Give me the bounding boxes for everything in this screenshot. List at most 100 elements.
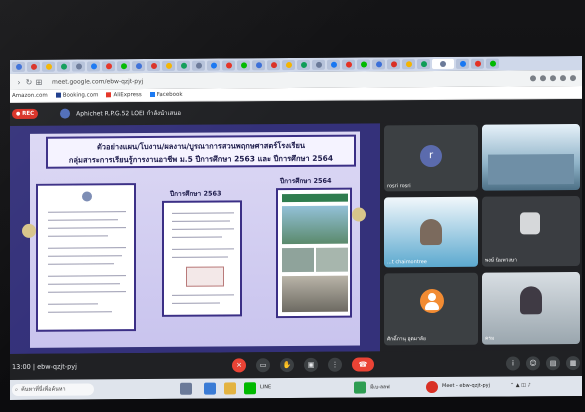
rec-badge: ● REC [12, 108, 39, 119]
browser-tab[interactable] [387, 59, 400, 70]
photo-classroom [282, 205, 348, 245]
chat-button[interactable]: ▤ [546, 356, 560, 371]
browser-tab[interactable] [357, 59, 370, 70]
share-icon[interactable] [540, 75, 546, 82]
slide-title: ตัวอย่างแผน/โบงาน/ผลงาน/บูรณาการสวนพฤกษศ… [46, 134, 356, 169]
browser-tab[interactable] [57, 61, 70, 72]
browser-tab[interactable] [282, 60, 295, 71]
browser-tab[interactable] [162, 60, 175, 71]
tab-favicon-icon [105, 63, 112, 70]
browser-tab[interactable] [132, 61, 145, 72]
tab-favicon-icon [285, 62, 292, 69]
chrome-window-label: Meet - ebw-qzjt-pyj [442, 382, 491, 389]
tab-favicon-icon [225, 62, 232, 69]
label-year-2564: ปีการศึกษา 2564 [280, 176, 332, 186]
browser-tab[interactable] [312, 59, 325, 70]
bookmark-amazon[interactable]: Amazon.com [12, 93, 48, 99]
browser-tab[interactable] [117, 61, 130, 72]
browser-tab[interactable] [297, 59, 310, 70]
participant-tile-6[interactable]: ครม [482, 272, 580, 345]
windows-taskbar: ⌕ ค้นหาที่นี่เพื่อค้นหา LINE มีเบ-ลลฟ Me… [10, 376, 582, 400]
browser-tab[interactable] [267, 60, 280, 71]
participant-tile-4[interactable]: พงษ์ นิมพวงษา [482, 196, 580, 267]
taskbar-search[interactable]: ⌕ ค้นหาที่นี่เพื่อค้นหา [12, 383, 94, 396]
browser-tab[interactable] [486, 58, 499, 69]
tab-favicon-icon [375, 61, 382, 68]
edge-icon[interactable] [204, 382, 216, 395]
browser-tab[interactable] [72, 61, 85, 72]
explorer-window-icon[interactable] [354, 381, 366, 394]
browser-tab[interactable] [252, 60, 265, 71]
photo-collage-2564 [276, 187, 352, 319]
tab-favicon-icon [270, 62, 277, 69]
sidebar-icon[interactable] [570, 75, 576, 82]
zoom-icon[interactable] [530, 75, 536, 82]
browser-tab[interactable] [471, 58, 484, 69]
monitor-frame: › ↻ ⊞ meet.google.com/ebw-qzjt-pyj Amazo… [0, 0, 585, 412]
activities-button[interactable]: ▦ [566, 356, 580, 371]
browser-tab[interactable] [327, 59, 340, 70]
participant-tile-3[interactable]: ...t chaimontree [384, 196, 478, 268]
browser-tab[interactable] [177, 60, 190, 71]
browser-tab[interactable] [87, 61, 100, 72]
people-button[interactable]: ☺ [526, 356, 540, 371]
chrome-window-icon[interactable] [426, 381, 438, 394]
reload-icon[interactable]: ↻ [24, 77, 34, 86]
browser-tab[interactable] [342, 59, 355, 70]
browser-tab[interactable] [12, 61, 25, 72]
explorer-window-label: มีเบ-ลลฟ [370, 384, 390, 391]
video-feed-classroom [488, 154, 574, 185]
browser-tab[interactable] [432, 58, 454, 70]
browser-tab[interactable] [402, 59, 415, 70]
participant-name: ครม [485, 335, 495, 342]
browser-tab[interactable] [456, 58, 469, 69]
flower-decoration-right [352, 207, 366, 222]
extensions-icon[interactable] [560, 75, 566, 82]
browser-tab[interactable] [42, 61, 55, 72]
more-options-button[interactable]: ⋮ [328, 357, 342, 372]
browser-tab[interactable] [222, 60, 235, 71]
browser-tab[interactable] [102, 61, 115, 72]
system-tray-icons[interactable]: ⌃ ▲ ◫ ♪ [510, 382, 531, 388]
video-feed-person [520, 286, 542, 315]
camera-button[interactable]: ▭ [256, 358, 270, 373]
tab-favicon-icon [390, 61, 397, 68]
participant-avatar: r [420, 144, 442, 168]
browser-tab[interactable] [192, 60, 205, 71]
participant-name: ศักดิ์ภานุ อุตมาลัย [387, 336, 426, 343]
bookmark-aliexpress[interactable]: AliExpress [106, 92, 142, 98]
mic-off-button[interactable]: ✕ [232, 358, 246, 373]
participant-tile-2[interactable] [482, 124, 580, 191]
tab-favicon-icon [135, 63, 142, 70]
booking-icon [55, 92, 61, 98]
browser-tab[interactable] [237, 60, 250, 71]
browser-tab[interactable] [372, 59, 385, 70]
raise-hand-button[interactable]: ✋ [280, 358, 294, 373]
browser-tab[interactable] [27, 61, 40, 72]
aliexpress-icon [106, 92, 112, 98]
browser-tab[interactable] [417, 59, 430, 70]
tab-favicon-icon [315, 61, 322, 68]
file-explorer-icon[interactable] [224, 382, 236, 395]
bookmark-booking[interactable]: Booking.com [55, 92, 98, 99]
tab-favicon-icon [60, 63, 67, 70]
tab-favicon-icon [120, 63, 127, 70]
browser-tab[interactable] [207, 60, 220, 71]
tab-favicon-icon [255, 62, 262, 69]
bookmark-star-icon[interactable] [550, 75, 556, 82]
line-app-label: LINE [260, 384, 272, 391]
browser-tab[interactable] [147, 60, 160, 72]
participant-name: rosri rosri [387, 183, 411, 190]
leave-call-button[interactable]: ☎ [352, 357, 374, 372]
url-field[interactable]: meet.google.com/ebw-qzjt-pyj [52, 78, 143, 86]
forward-icon[interactable]: › [14, 77, 24, 86]
task-view-icon[interactable] [180, 382, 192, 395]
bookmark-facebook[interactable]: Facebook [149, 92, 183, 98]
participant-tile-1[interactable]: r rosri rosri [384, 124, 478, 192]
tabs-grid-icon[interactable]: ⊞ [34, 77, 44, 86]
present-button[interactable]: ▣ [304, 357, 318, 372]
participant-tile-5[interactable]: ศักดิ์ภานุ อุตมาลัย [384, 272, 478, 346]
presentation-slide: ตัวอย่างแผน/โบงาน/ผลงาน/บูรณาการสวนพฤกษศ… [10, 123, 380, 354]
info-button[interactable]: i [506, 356, 520, 371]
line-app-icon[interactable] [244, 382, 256, 395]
